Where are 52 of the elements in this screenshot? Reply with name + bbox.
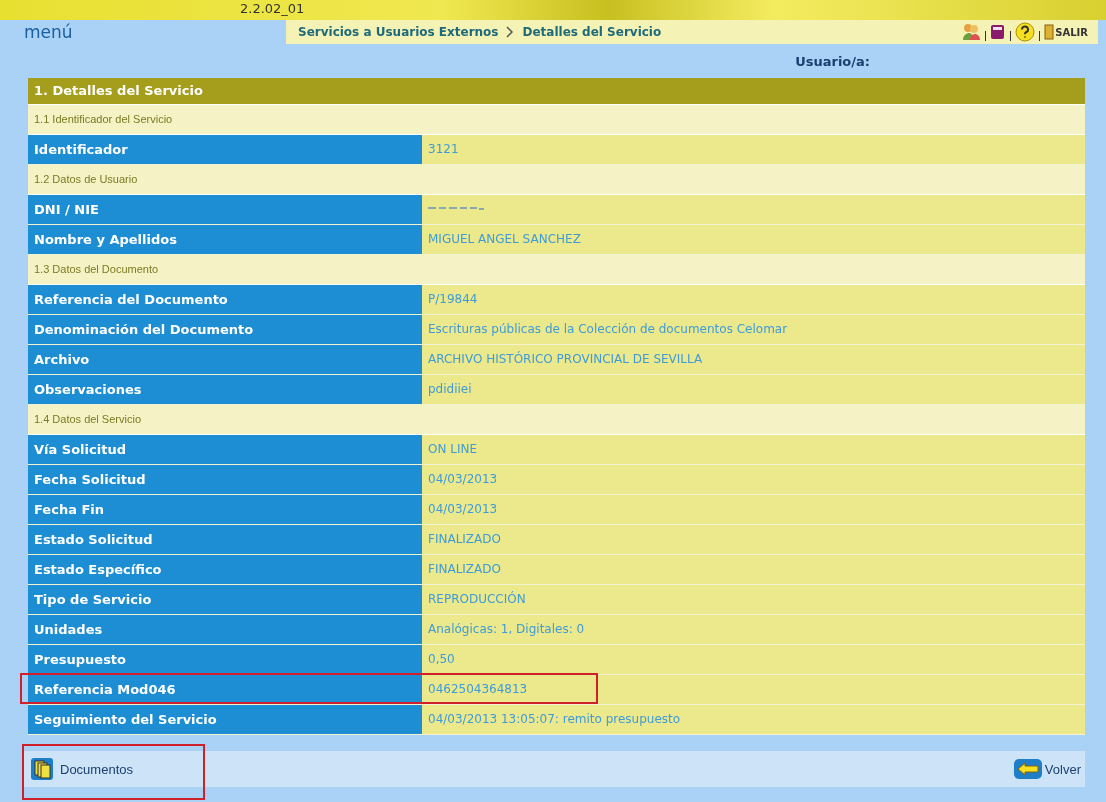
field-value: FINALIZADO bbox=[428, 561, 501, 578]
field-value: FINALIZADO bbox=[428, 531, 501, 548]
field-value: 04/03/2013 bbox=[428, 471, 498, 488]
field-label: Fecha Solicitud bbox=[28, 465, 422, 494]
field-label: Denominación del Documento bbox=[28, 315, 422, 344]
user-label: Usuario/a: bbox=[795, 53, 870, 69]
field-label: Observaciones bbox=[28, 375, 422, 404]
field-value: 0462504364813 bbox=[428, 681, 528, 698]
field-label: DNI / NIE bbox=[28, 195, 422, 224]
breadcrumb-link[interactable]: Detalles del Servicio bbox=[522, 25, 662, 39]
exit-link[interactable]: SALIR bbox=[1044, 24, 1088, 40]
subsection-header: 1.4 Datos del Servicio bbox=[28, 405, 1085, 435]
help-icon[interactable] bbox=[1015, 22, 1036, 42]
field-value: P/19844 bbox=[428, 291, 478, 308]
field-label: Referencia del Documento bbox=[28, 285, 422, 314]
door-icon bbox=[1044, 24, 1055, 40]
documents-button[interactable]: Documentos bbox=[22, 754, 141, 784]
field-value: ON LINE bbox=[428, 441, 478, 458]
menu-link[interactable]: menú bbox=[0, 20, 286, 44]
field-label: Estado Solicitud bbox=[28, 525, 422, 554]
field-label: Tipo de Servicio bbox=[28, 585, 422, 614]
field-value: pdidiiei bbox=[428, 381, 472, 398]
field-value: REPRODUCCIÓN bbox=[428, 590, 526, 608]
field-label: Unidades bbox=[28, 615, 422, 644]
field-value: 04/03/2013 13:05:07: remito presupuesto bbox=[428, 711, 681, 728]
field-label: Vía Solicitud bbox=[28, 435, 422, 464]
breadcrumb-link[interactable]: Servicios a Usuarios Externos bbox=[298, 25, 499, 39]
section-title: 1. Detalles del Servicio bbox=[28, 78, 1085, 105]
field-value: MIGUEL ANGEL SANCHEZ bbox=[428, 231, 581, 248]
documents-icon bbox=[30, 757, 54, 781]
field-label: Identificador bbox=[28, 135, 422, 164]
field-label: Referencia Mod046 bbox=[28, 675, 422, 704]
version-text: 2.2.02_01 bbox=[240, 3, 305, 15]
field-value: Escrituras públicas de la Colección de documentos Celomar bbox=[428, 321, 788, 338]
subsection-header: 1.2 Datos de Usuario bbox=[28, 165, 1085, 195]
field-label: Fecha Fin bbox=[28, 495, 422, 524]
field-label: Nombre y Apellidos bbox=[28, 225, 422, 254]
field-value: Analógicas: 1, Digitales: 0 bbox=[428, 621, 585, 638]
subsection-header: 1.3 Datos del Documento bbox=[28, 255, 1085, 285]
field-value: 04/03/2013 bbox=[428, 501, 498, 518]
people-icon[interactable] bbox=[961, 22, 982, 42]
field-value: 3121 bbox=[428, 141, 459, 158]
field-label: Estado Específico bbox=[28, 555, 422, 584]
field-label: Archivo bbox=[28, 345, 422, 374]
field-label: Presupuesto bbox=[28, 645, 422, 674]
field-value: ARCHIVO HISTÓRICO PROVINCIAL DE SEVILLA bbox=[428, 350, 703, 368]
back-button[interactable]: Volver bbox=[1004, 754, 1085, 784]
book-icon[interactable] bbox=[990, 23, 1007, 41]
field-label: Seguimiento del Servicio bbox=[28, 705, 422, 734]
subsection-header: 1.1 Identificador del Servicio bbox=[28, 105, 1085, 135]
chevron-icon bbox=[506, 26, 515, 38]
field-value: 0,50 bbox=[428, 651, 455, 668]
